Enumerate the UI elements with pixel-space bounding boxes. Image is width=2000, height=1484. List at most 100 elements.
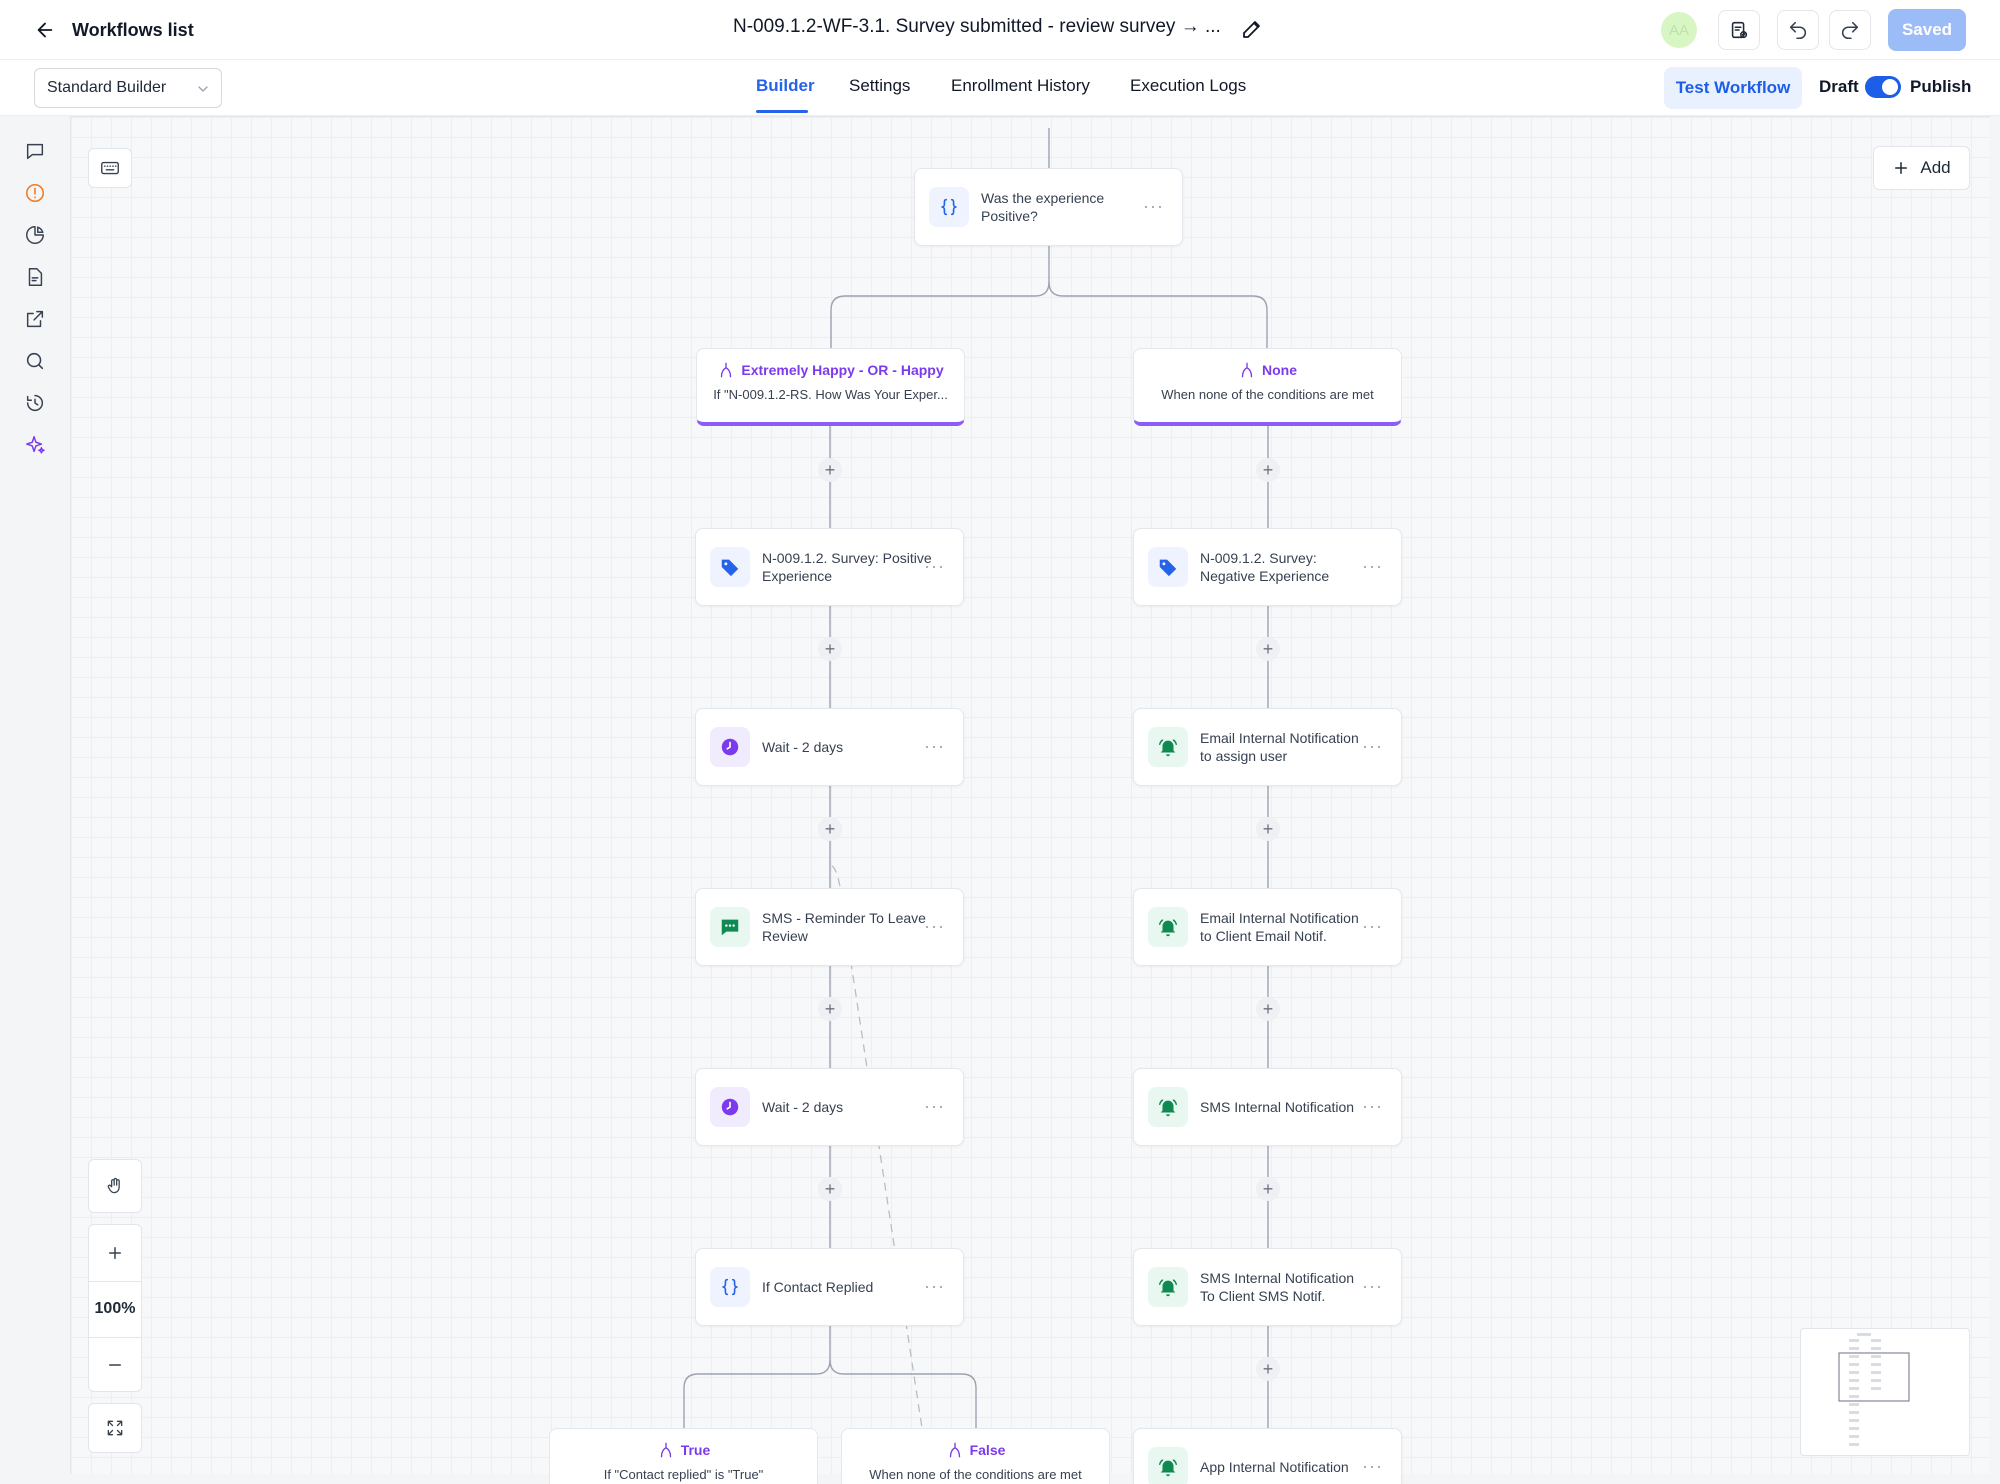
more-options-icon[interactable]: ··· xyxy=(924,1096,945,1117)
test-workflow-button[interactable]: Test Workflow xyxy=(1664,67,1802,109)
clock-icon xyxy=(710,1087,750,1127)
zoom-level: 100% xyxy=(94,1300,136,1317)
workflow-node[interactable]: Email Internal Notification to Client Em… xyxy=(1133,888,1402,966)
saved-button[interactable]: Saved xyxy=(1888,9,1966,51)
node-label: App Internal Notification xyxy=(1200,1459,1349,1475)
chat-icon[interactable] xyxy=(22,138,48,164)
more-options-icon[interactable]: ··· xyxy=(924,916,945,937)
plus-icon xyxy=(1895,162,1908,174)
alert-icon[interactable] xyxy=(22,180,48,206)
keyboard-shortcuts-button[interactable] xyxy=(88,148,132,188)
workflow-node[interactable]: N-009.1.2. Survey: Negative Experience ·… xyxy=(1133,528,1402,606)
fit-view-button[interactable] xyxy=(88,1403,142,1453)
node-label: N-009.1.2. Survey: Positive Experience xyxy=(762,550,932,584)
sms-icon xyxy=(710,907,750,947)
branch-card[interactable]: False When none of the conditions are me… xyxy=(841,1428,1110,1484)
add-step-button[interactable]: + xyxy=(1256,637,1280,661)
branch-condition: When none of the conditions are met xyxy=(1161,387,1374,402)
back-label: Workflows list xyxy=(72,19,194,40)
undo-button[interactable] xyxy=(1777,10,1819,50)
clock-icon xyxy=(710,727,750,767)
add-step-button[interactable]: + xyxy=(1256,817,1280,841)
search-icon[interactable] xyxy=(22,348,48,374)
add-step-button[interactable]: + xyxy=(818,997,842,1021)
bell-icon xyxy=(1148,1447,1188,1484)
add-step-button[interactable]: + xyxy=(1256,1177,1280,1201)
avatar[interactable]: AA xyxy=(1661,12,1697,48)
more-options-icon[interactable]: ··· xyxy=(1362,916,1383,937)
zoom-in-button[interactable] xyxy=(89,1225,141,1281)
pie-chart-icon[interactable] xyxy=(22,222,48,248)
bell-icon xyxy=(1148,727,1188,767)
pan-tool-button[interactable] xyxy=(88,1159,142,1213)
publish-toggle[interactable] xyxy=(1865,76,1901,98)
tab-execution-logs[interactable]: Execution Logs xyxy=(1130,76,1246,96)
tag-icon xyxy=(1148,547,1188,587)
add-step-button[interactable]: + xyxy=(1256,458,1280,482)
workflow-node[interactable]: SMS Internal Notification ··· xyxy=(1133,1068,1402,1146)
tab-builder[interactable]: Builder xyxy=(756,76,815,96)
redo-button[interactable] xyxy=(1829,10,1871,50)
more-options-icon[interactable]: ··· xyxy=(1362,1456,1383,1477)
more-options-icon[interactable]: ··· xyxy=(1362,736,1383,757)
more-options-icon[interactable]: ··· xyxy=(1362,556,1383,577)
branch-card[interactable]: Extremely Happy - OR - Happy If "N-009.1… xyxy=(696,348,965,426)
workflow-node[interactable]: Wait - 2 days ··· xyxy=(695,1068,964,1146)
minimap[interactable] xyxy=(1800,1328,1970,1456)
tab-enrollment-history[interactable]: Enrollment History xyxy=(951,76,1090,96)
workflow-node[interactable]: SMS Internal Notification To Client SMS … xyxy=(1133,1248,1402,1326)
undo-icon xyxy=(1789,21,1807,40)
branch-icon xyxy=(1241,362,1253,378)
branch-title: False xyxy=(969,1442,1006,1458)
add-step-button[interactable]: + xyxy=(818,458,842,482)
zoom-out-button[interactable] xyxy=(89,1337,141,1393)
minus-icon xyxy=(109,1364,121,1366)
external-link-icon[interactable] xyxy=(22,306,48,332)
history-icon[interactable] xyxy=(22,390,48,416)
more-options-icon[interactable]: ··· xyxy=(924,1276,945,1297)
node-label: SMS - Reminder To Leave Review xyxy=(762,910,926,944)
more-options-icon[interactable]: ··· xyxy=(1362,1096,1383,1117)
workflow-node[interactable]: If Contact Replied ··· xyxy=(695,1248,964,1326)
notes-button[interactable] xyxy=(1718,10,1760,50)
node-label: Wait - 2 days xyxy=(762,739,844,755)
node-label: Wait - 2 days xyxy=(762,1099,844,1115)
add-step-button[interactable]: + xyxy=(818,817,842,841)
node-label: Was the experience Positive? xyxy=(981,190,1105,224)
workflow-title[interactable]: N-009.1.2-WF-3.1. Survey submitted - rev… xyxy=(733,16,1221,38)
more-options-icon[interactable]: ··· xyxy=(924,736,945,757)
add-label: Add xyxy=(1920,158,1951,177)
back-to-workflows-link[interactable]: Workflows list xyxy=(34,16,194,44)
branch-title: True xyxy=(680,1442,711,1458)
tab-settings[interactable]: Settings xyxy=(849,76,910,96)
workflow-node[interactable]: N-009.1.2. Survey: Positive Experience ·… xyxy=(695,528,964,606)
branch-condition: If "Contact replied" is "True" xyxy=(603,1467,764,1482)
add-node-button[interactable]: Add xyxy=(1873,146,1970,190)
clipboard-check-icon xyxy=(1731,21,1748,39)
node-label: SMS Internal Notification To Client SMS … xyxy=(1200,1270,1355,1304)
branch-card[interactable]: None When none of the conditions are met xyxy=(1133,348,1402,426)
branch-condition: When none of the conditions are met xyxy=(869,1467,1082,1482)
add-step-button[interactable]: + xyxy=(818,1177,842,1201)
workflow-node[interactable]: App Internal Notification ··· xyxy=(1133,1428,1402,1484)
keyboard-icon xyxy=(101,161,119,175)
branch-icon xyxy=(721,362,732,378)
document-icon[interactable] xyxy=(22,264,48,290)
sparkle-icon[interactable] xyxy=(22,432,48,458)
more-options-icon[interactable]: ··· xyxy=(1143,196,1164,217)
workflow-node[interactable]: Email Internal Notification to assign us… xyxy=(1133,708,1402,786)
more-options-icon[interactable]: ··· xyxy=(924,556,945,577)
redo-icon xyxy=(1841,21,1859,40)
workflow-node[interactable]: Wait - 2 days ··· xyxy=(695,708,964,786)
pencil-icon[interactable] xyxy=(1240,17,1264,41)
workflow-node[interactable]: Was the experience Positive? ··· xyxy=(914,168,1183,246)
branch-card[interactable]: True If "Contact replied" is "True" xyxy=(549,1428,818,1484)
minimap-preview xyxy=(1838,1333,1910,1446)
add-step-button[interactable]: + xyxy=(1256,997,1280,1021)
builder-select[interactable]: Standard Builder xyxy=(34,68,222,108)
more-options-icon[interactable]: ··· xyxy=(1362,1276,1383,1297)
add-step-button[interactable]: + xyxy=(818,637,842,661)
workflow-node[interactable]: SMS - Reminder To Leave Review ··· xyxy=(695,888,964,966)
add-step-button[interactable]: + xyxy=(1256,1357,1280,1381)
workflow-canvas[interactable] xyxy=(70,116,2000,1484)
